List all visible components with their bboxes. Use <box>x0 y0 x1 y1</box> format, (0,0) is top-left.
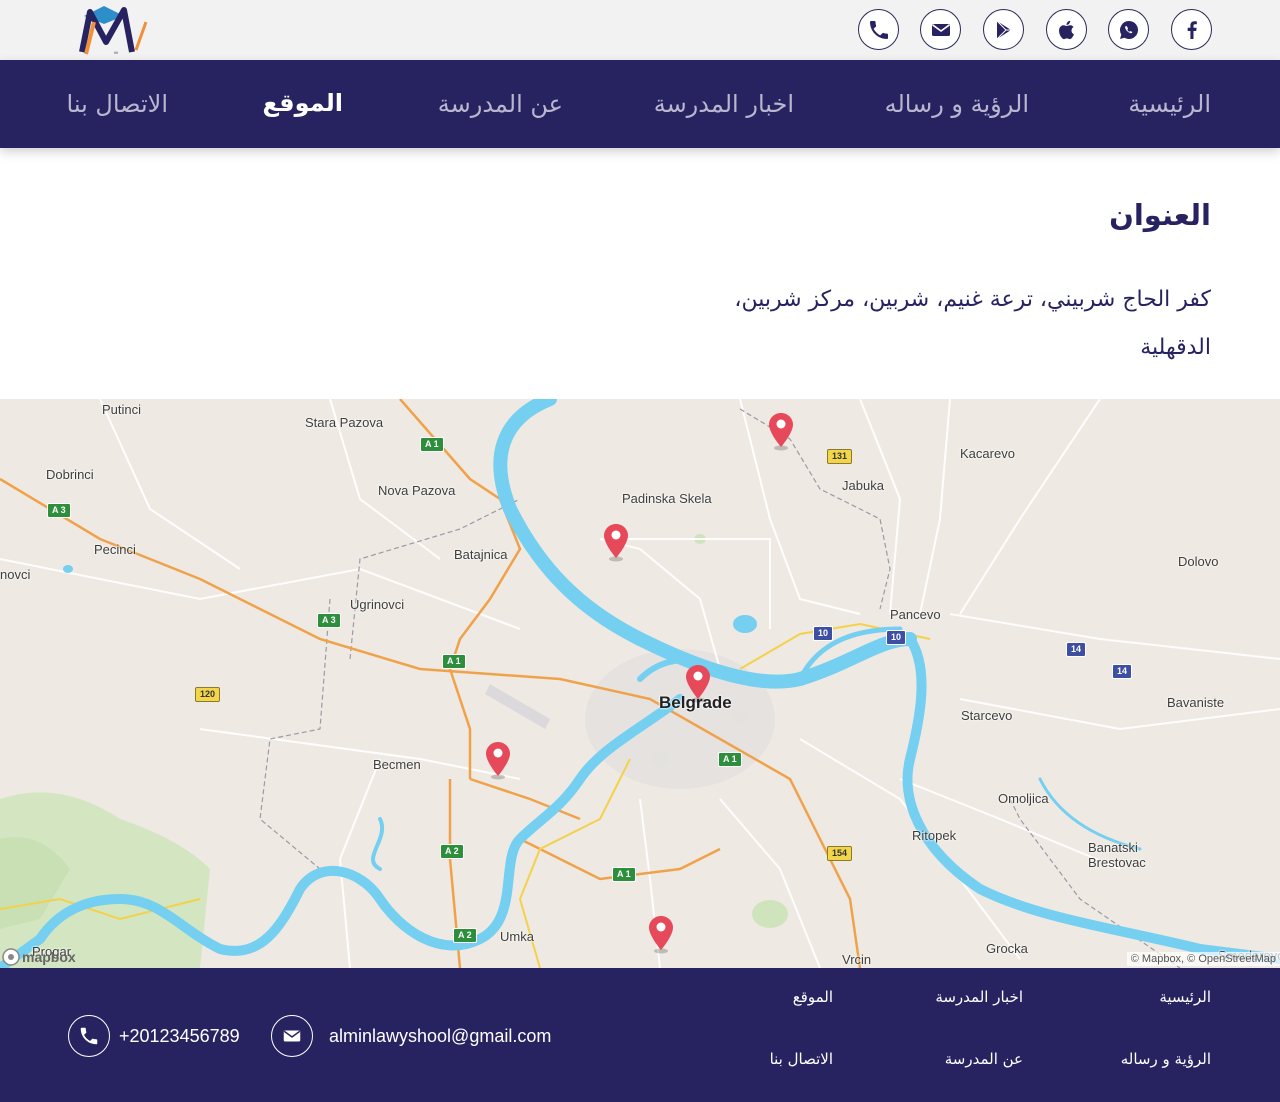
footer-email[interactable]: alminlawyshool@gmail.com <box>329 1026 551 1047</box>
road-shield: A 1 <box>718 752 742 767</box>
map-city-label: Becmen <box>373 757 421 772</box>
main-navigation: الرئيسية الرؤية و رساله اخبار المدرسة عن… <box>0 60 1280 148</box>
map-pin-icon[interactable] <box>684 663 712 703</box>
map-city-label: Ritopek <box>912 828 957 843</box>
map-city-label: Batajnica <box>454 547 508 562</box>
road-shield: A 1 <box>442 654 466 669</box>
road-shield: 14 <box>1112 664 1133 679</box>
map-city-label: Grocka <box>986 941 1028 956</box>
footer-link-news[interactable]: اخبار المدرسة <box>935 988 1023 1006</box>
school-logo[interactable]: M <box>76 2 156 56</box>
map-city-label: Pancevo <box>890 607 941 622</box>
whatsapp-icon[interactable] <box>1108 9 1149 50</box>
apple-icon[interactable] <box>1046 9 1087 50</box>
footer: الرئيسية اخبار المدرسة الموقع الرؤية و ر… <box>0 968 1280 1102</box>
road-shield: A 1 <box>612 867 636 882</box>
map-city-label: Padinska Skela <box>622 491 712 506</box>
map-city-label: Stara Pazova <box>305 415 384 430</box>
nav-item-home[interactable]: الرئيسية <box>1128 90 1211 118</box>
road-shield: A 1 <box>420 437 444 452</box>
map-city-label: Bavaniste <box>1167 695 1225 710</box>
map-city-label: Pecinci <box>94 542 136 557</box>
road-shield: 14 <box>1066 642 1087 657</box>
footer-link-contact[interactable]: الاتصال بنا <box>770 1050 833 1068</box>
map-pin-icon[interactable] <box>767 411 795 451</box>
map-city-label: Putinci <box>102 402 142 417</box>
google-play-icon[interactable] <box>983 9 1024 50</box>
road-shield: A 2 <box>453 928 477 943</box>
map-city-label: Jabuka <box>842 478 884 493</box>
road-shield: 10 <box>886 630 907 645</box>
phone-icon[interactable] <box>858 9 899 50</box>
map-city-label: Dolovo <box>1178 554 1219 569</box>
map-pin-icon[interactable] <box>647 914 675 954</box>
mail-icon[interactable] <box>920 9 961 50</box>
nav-item-news[interactable]: اخبار المدرسة <box>654 90 794 118</box>
road-shield: 131 <box>827 449 853 464</box>
address-line-1: كفر الحاج شربيني، ترعة غنيم، شربين، مركز… <box>734 287 1211 312</box>
footer-phone[interactable]: +20123456789 <box>119 1026 240 1047</box>
map-pin-icon[interactable] <box>484 740 512 780</box>
road-shield: 120 <box>195 687 221 702</box>
address-title: العنوان <box>1109 198 1211 232</box>
address-line-2: الدقهلية <box>1140 335 1211 360</box>
footer-link-vision[interactable]: الرؤية و رساله <box>1121 1050 1211 1068</box>
road-shield: A 3 <box>47 503 71 518</box>
road-shield: 10 <box>813 626 834 641</box>
mapbox-icon <box>2 948 20 966</box>
address-text: كفر الحاج شربيني، ترعة غنيم، شربين، مركز… <box>671 276 1211 372</box>
footer-link-about[interactable]: عن المدرسة <box>945 1050 1023 1068</box>
map-city-label: Vrcin <box>842 952 872 967</box>
footer-mail-icon[interactable] <box>271 1015 313 1057</box>
mapbox-brand: mapbox <box>22 949 76 965</box>
top-bar: M <box>0 0 1280 60</box>
footer-link-home[interactable]: الرئيسية <box>1159 988 1211 1006</box>
footer-phone-icon[interactable] <box>68 1015 110 1057</box>
nav-item-vision[interactable]: الرؤية و رساله <box>885 90 1029 118</box>
map-city-label: Nova Pazova <box>378 483 456 498</box>
facebook-icon[interactable] <box>1171 9 1212 50</box>
map-city-label: Banatski Brestovac <box>1088 840 1146 870</box>
location-map[interactable]: Putinci Stara Pazova Dobrinci Nova Pazov… <box>0 399 1280 968</box>
nav-item-contact[interactable]: الاتصال بنا <box>67 90 168 118</box>
map-city-label: Dobrinci <box>46 467 94 482</box>
map-city-label: Ugrinovci <box>350 597 405 612</box>
map-pin-icon[interactable] <box>602 522 630 562</box>
footer-link-location[interactable]: الموقع <box>793 988 833 1006</box>
nav-item-location[interactable]: الموقع <box>263 89 343 117</box>
logo-caption: M <box>114 50 117 55</box>
map-base <box>0 399 1280 968</box>
road-shield: A 3 <box>317 613 341 628</box>
road-shield: A 2 <box>440 844 464 859</box>
nav-item-about[interactable]: عن المدرسة <box>438 90 563 118</box>
map-city-label: novci <box>0 567 31 582</box>
map-attribution[interactable]: © Mapbox, © OpenStreetMap <box>1126 952 1280 966</box>
map-city-label: Starcevo <box>961 708 1013 723</box>
map-city-label: Omoljica <box>998 791 1049 806</box>
mapbox-logo[interactable]: mapbox <box>2 948 76 966</box>
map-city-label: Umka <box>500 929 534 944</box>
road-shield: 154 <box>827 846 853 861</box>
map-city-label: Kacarevo <box>960 446 1015 461</box>
